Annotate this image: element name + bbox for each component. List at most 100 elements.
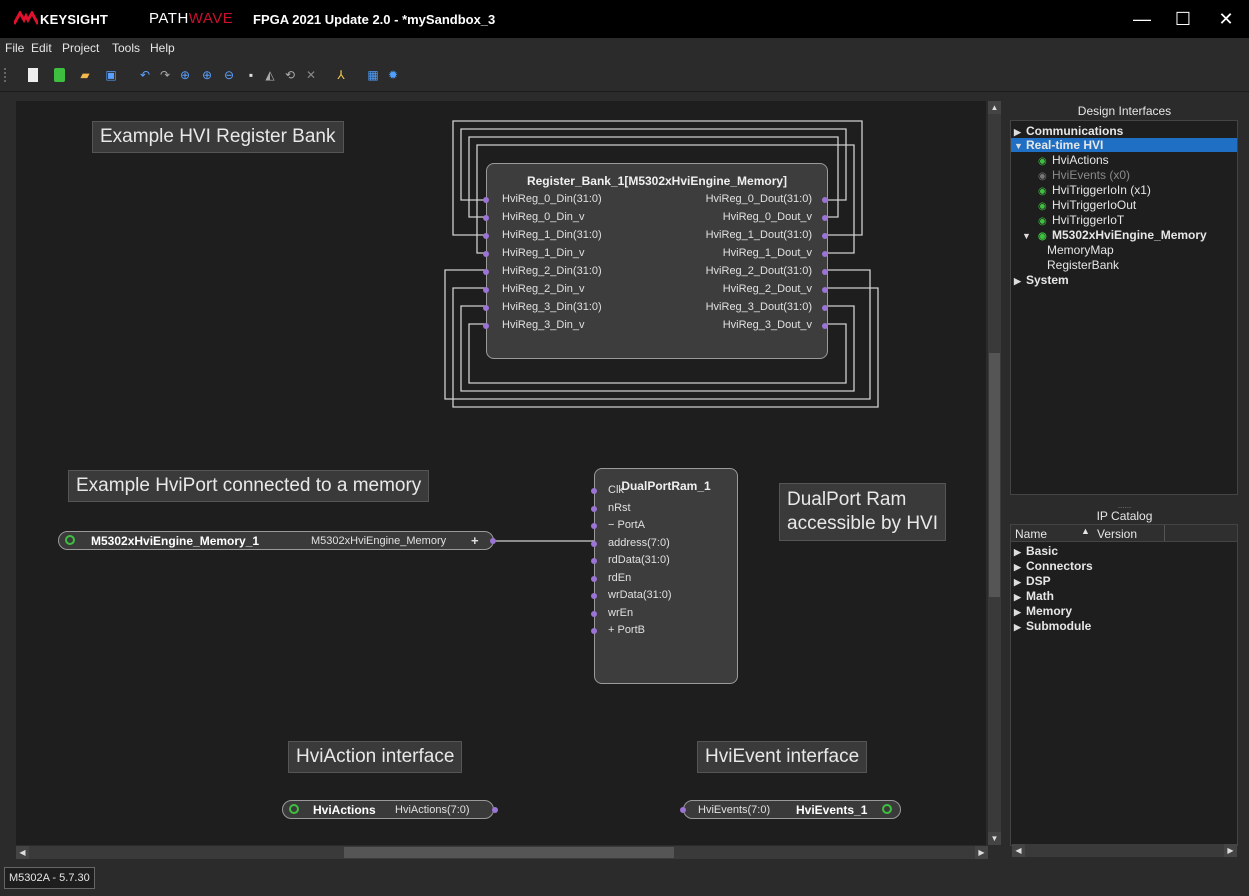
copy-icon[interactable]: ▪ [244,68,258,82]
register-output-connector[interactable] [822,305,828,311]
ip-catalog-scrollbar[interactable]: ◀ ▶ [1012,844,1237,857]
expand-port-icon[interactable]: + [471,533,479,548]
tree-item-registerbank[interactable]: RegisterBank [1011,258,1119,272]
memory-port-node[interactable]: M5302xHviEngine_Memory_1 M5302xHviEngine… [58,531,494,550]
refresh-icon[interactable]: ⟲ [283,68,297,82]
save-icon[interactable]: ▣ [104,68,118,82]
register-input-connector[interactable] [483,323,489,329]
register-bank-note[interactable]: Example HVI Register Bank [92,121,344,153]
redo-icon[interactable]: ↷ [158,68,172,82]
collapse-icon[interactable]: ▼ [1022,229,1038,243]
collapse-icon[interactable]: ▼ [1014,139,1026,153]
dualport-connector[interactable] [591,505,597,512]
register-input-connector[interactable] [483,305,489,311]
dualport-connector[interactable] [591,575,597,582]
hvievents-connector[interactable] [680,807,686,813]
dualport-connector[interactable] [591,628,597,634]
menu-file[interactable]: File [5,41,24,55]
open-folder-icon[interactable]: ▰ [78,68,92,82]
register-input-connector[interactable] [483,233,489,239]
hvievents-node[interactable]: HviEvents(7:0) HviEvents_1 [683,800,901,819]
expand-icon[interactable]: ▶ [1014,575,1026,589]
maximize-button[interactable]: ☐ [1163,0,1203,38]
register-output-connector[interactable] [822,215,828,221]
zoom-fit-icon[interactable]: ⊕ [178,68,192,82]
hviactions-node[interactable]: HviActions HviActions(7:0) [282,800,494,819]
hviaction-note[interactable]: HviAction interface [288,741,463,773]
expand-icon[interactable]: ▶ [1014,605,1026,619]
scroll-up-icon[interactable]: ▲ [988,101,1001,114]
scroll-down-icon[interactable]: ▼ [988,832,1001,845]
tree-item-hvitriggerioin[interactable]: ◉ HviTriggerIoIn (x1) [1011,183,1151,197]
tree-item-communications[interactable]: ▶ Communications [1011,124,1123,138]
register-output-connector[interactable] [822,197,828,203]
menu-help[interactable]: Help [150,41,175,55]
dualport-connector[interactable] [591,540,597,547]
new-file-icon[interactable] [28,68,38,82]
expand-icon[interactable]: ▶ [1014,620,1026,634]
tree-item-hvitriggerioout[interactable]: ◉ HviTriggerIoOut [1011,198,1136,212]
menu-project[interactable]: Project [62,41,99,55]
dualport-connector[interactable] [591,523,597,529]
route-icon[interactable]: ⅄ [334,68,348,82]
hviactions-connector[interactable] [492,807,498,813]
scroll-left-icon[interactable]: ◀ [1012,844,1025,857]
register-output-connector[interactable] [822,251,828,257]
scroll-thumb[interactable] [989,353,1000,597]
tree-item-memorymap[interactable]: MemoryMap [1011,243,1114,257]
tree-item-hviactions[interactable]: ◉ HviActions [1011,153,1109,167]
tree-item-m5302-memory[interactable]: ▼ ◉ M5302xHviEngine_Memory [1011,228,1207,242]
ip-catalog-tree[interactable]: Name ▲ Version ▶ Basic ▶ Connectors ▶ DSP ▶… [1010,524,1238,846]
tree-item-realtime-hvi[interactable]: ▼ Real-time HVI [1011,138,1237,152]
register-input-connector[interactable] [483,197,489,203]
design-interfaces-tree[interactable]: ▶ Communications ▼ Real-time HVI ◉ HviActio… [1010,120,1238,495]
settings-icon[interactable]: ✹ [386,68,400,82]
ip-item-dsp[interactable]: ▶ DSP [1011,574,1051,588]
scroll-left-icon[interactable]: ◀ [16,846,29,859]
column-name[interactable]: Name [1015,527,1047,541]
menu-edit[interactable]: Edit [31,41,52,55]
scroll-right-icon[interactable]: ▶ [1224,844,1237,857]
dualport-connector[interactable] [591,593,597,599]
delete-icon[interactable]: ✕ [304,68,318,82]
tree-item-hvitriggeriot[interactable]: ◉ HviTriggerIoT [1011,213,1124,227]
tree-item-hvievents[interactable]: ◉ HviEvents (x0) [1011,168,1130,182]
hviport-note[interactable]: Example HviPort connected to a memory [68,470,430,502]
minimize-button[interactable]: — [1122,0,1162,38]
dualport-connector[interactable] [591,558,597,564]
scroll-right-icon[interactable]: ▶ [975,846,988,859]
zoom-out-icon[interactable]: ⊖ [222,68,236,82]
zoom-in-icon[interactable]: ⊕ [200,68,214,82]
menu-tools[interactable]: Tools [112,41,140,55]
ip-item-memory[interactable]: ▶ Memory [1011,604,1072,618]
new-project-icon[interactable] [54,68,65,82]
dualport-connector[interactable] [591,610,597,617]
register-input-connector[interactable] [483,251,489,257]
register-input-connector[interactable] [483,287,489,293]
dualport-connector[interactable] [591,488,597,494]
memory-port-connector[interactable] [490,538,496,544]
expand-icon[interactable]: ▶ [1014,274,1026,288]
register-output-connector[interactable] [822,233,828,239]
sort-asc-icon[interactable]: ▲ [1081,526,1090,536]
register-output-connector[interactable] [822,269,828,275]
expand-icon[interactable]: ▶ [1014,125,1026,139]
ip-item-submodule[interactable]: ▶ Submodule [1011,619,1091,633]
register-output-connector[interactable] [822,323,828,329]
canvas-horizontal-scrollbar[interactable]: ◀ ▶ [16,846,988,859]
hvievent-note[interactable]: HviEvent interface [697,741,868,773]
design-canvas[interactable]: Example HVI Register Bank Example HviPor… [16,101,986,845]
expand-icon[interactable]: ▶ [1014,545,1026,559]
tree-item-system[interactable]: ▶ System [1011,273,1069,287]
chip-icon[interactable]: ▦ [366,68,380,82]
register-input-connector[interactable] [483,215,489,221]
ip-item-basic[interactable]: ▶ Basic [1011,544,1058,558]
undo-icon[interactable]: ↶ [138,68,152,82]
flip-icon[interactable]: ◭ [263,68,277,82]
expand-icon[interactable]: ▶ [1014,560,1026,574]
toolbar-grip[interactable] [4,68,8,82]
ip-item-math[interactable]: ▶ Math [1011,589,1054,603]
register-input-connector[interactable] [483,269,489,275]
expand-icon[interactable]: ▶ [1014,590,1026,604]
column-version[interactable]: Version [1097,527,1137,541]
